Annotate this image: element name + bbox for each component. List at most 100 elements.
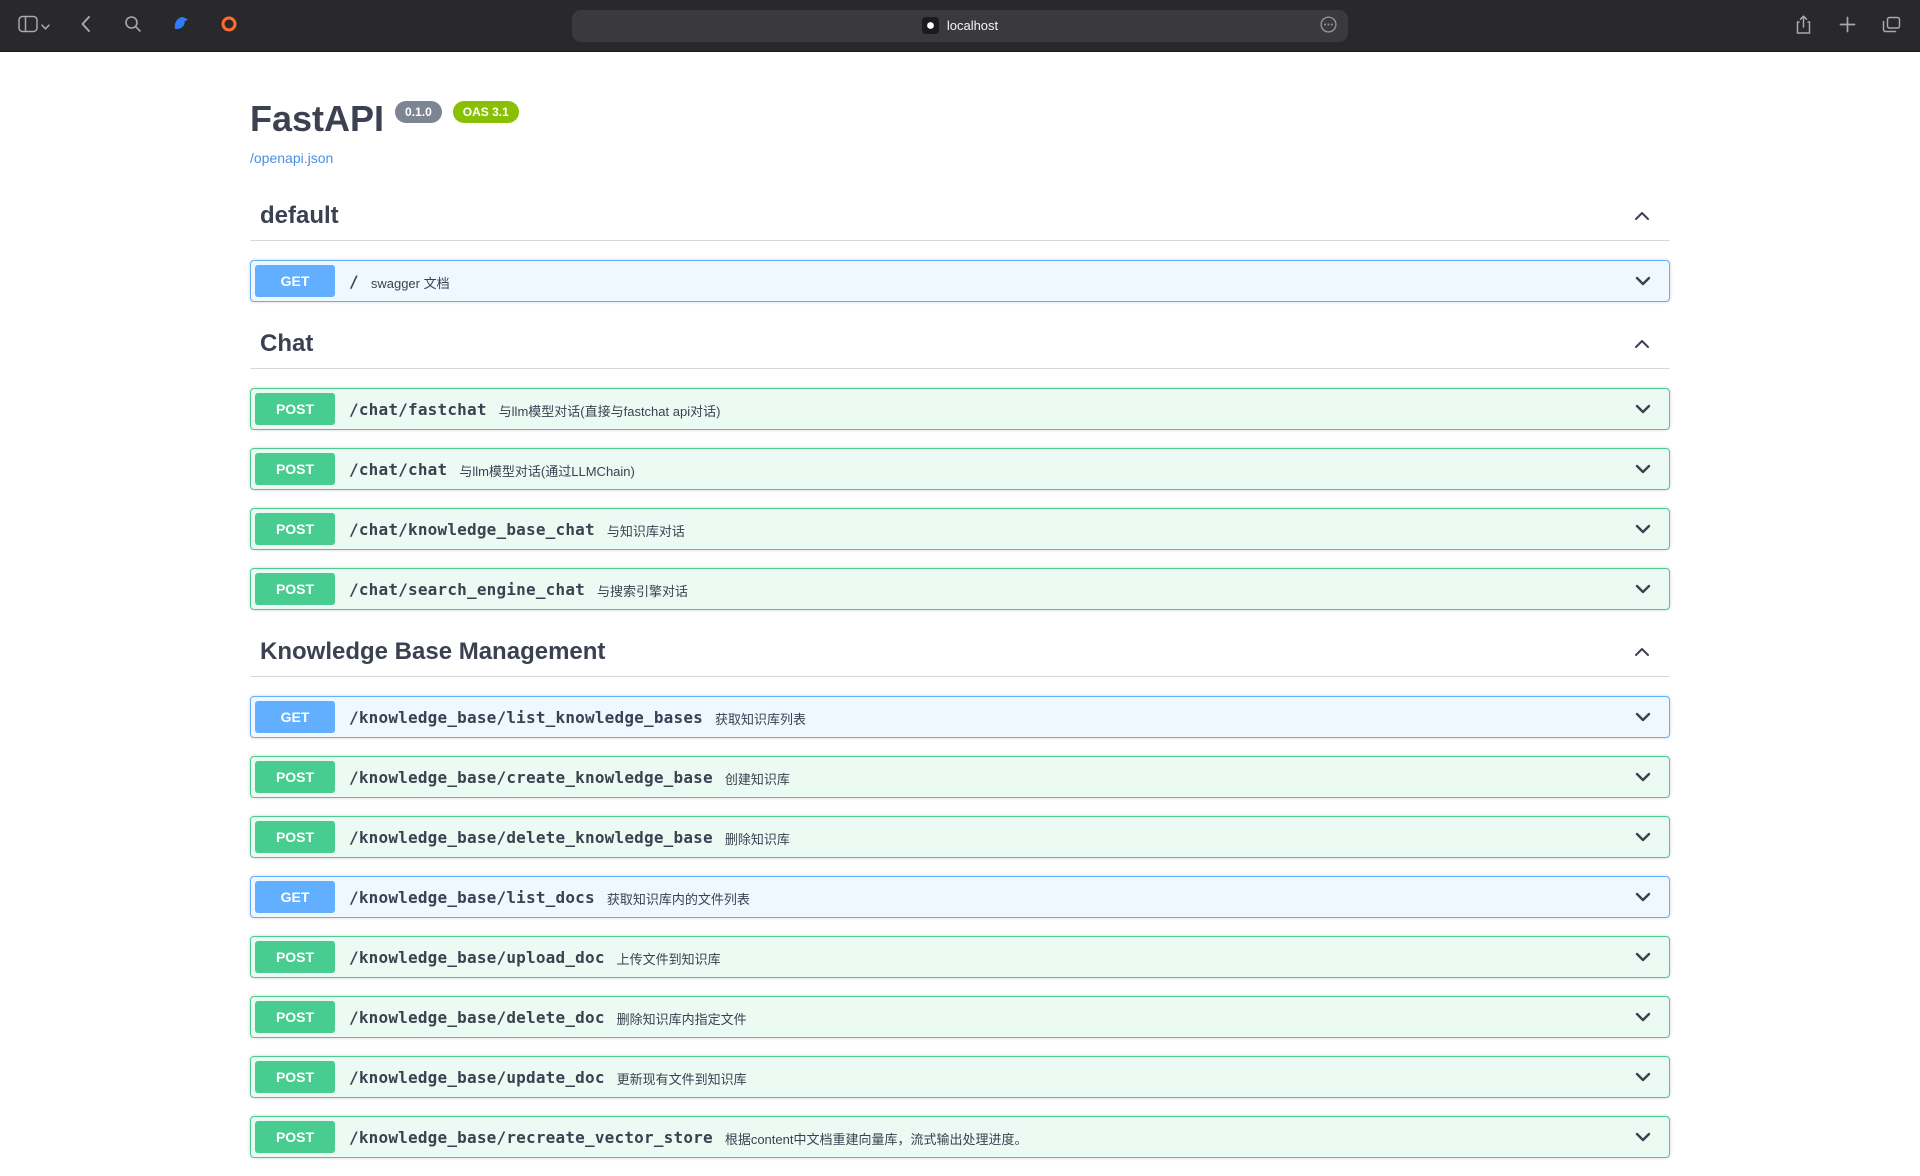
version-badge: 0.1.0 — [395, 101, 442, 123]
endpoint-list: GET / swagger 文档 — [250, 260, 1670, 302]
chevron-down-icon — [1635, 582, 1651, 597]
chevron-down-icon — [1635, 402, 1651, 417]
new-tab-button[interactable] — [1832, 11, 1862, 41]
endpoint-path: /chat/fastchat — [335, 400, 499, 419]
endpoint-path: /knowledge_base/create_knowledge_base — [335, 768, 725, 787]
endpoint-path: /knowledge_base/list_docs — [335, 888, 607, 907]
endpoint-summary-row[interactable]: POST /knowledge_base/upload_doc 上传文件到知识库 — [251, 937, 1669, 977]
section-title: default — [260, 202, 339, 230]
toolbar-right-group — [1788, 0, 1906, 52]
endpoint-summary-row[interactable]: POST /knowledge_base/create_knowledge_ba… — [251, 757, 1669, 797]
endpoint-row[interactable]: POST /chat/chat 与llm模型对话(通过LLMChain) — [250, 448, 1670, 490]
page-settings-icon — [1320, 16, 1337, 36]
endpoint-path: /knowledge_base/upload_doc — [335, 948, 617, 967]
endpoint-summary-row[interactable]: POST /knowledge_base/delete_doc 删除知识库内指定… — [251, 997, 1669, 1037]
endpoint-summary-row[interactable]: GET / swagger 文档 — [251, 261, 1669, 301]
endpoint-description: 更新现有文件到知识库 — [617, 1067, 747, 1088]
chevron-down-icon — [1635, 1070, 1651, 1085]
chevron-down-icon — [1635, 890, 1651, 905]
endpoint-description: 与llm模型对话(通过LLMChain) — [459, 459, 635, 480]
expand-endpoint-button[interactable] — [1635, 1070, 1665, 1085]
expand-endpoint-button[interactable] — [1635, 950, 1665, 965]
endpoint-row[interactable]: POST /chat/fastchat 与llm模型对话(直接与fastchat… — [250, 388, 1670, 430]
expand-endpoint-button[interactable] — [1635, 1010, 1665, 1025]
page-settings-button[interactable] — [1317, 15, 1339, 37]
search-button[interactable] — [118, 11, 148, 41]
chevron-down-icon — [1635, 830, 1651, 845]
expand-endpoint-button[interactable] — [1635, 830, 1665, 845]
extension-orange-button[interactable] — [214, 11, 244, 41]
endpoint-description: 获取知识库列表 — [715, 707, 806, 728]
browser-toolbar: localhost — [0, 0, 1920, 52]
page-title: FastAPI 0.1.0 OAS 3.1 — [250, 98, 1670, 140]
expand-endpoint-button[interactable] — [1635, 710, 1665, 725]
section-header[interactable]: Chat — [250, 320, 1670, 369]
endpoint-row[interactable]: POST /chat/knowledge_base_chat 与知识库对话 — [250, 508, 1670, 550]
expand-endpoint-button[interactable] — [1635, 522, 1665, 537]
expand-endpoint-button[interactable] — [1635, 582, 1665, 597]
endpoint-row[interactable]: GET /knowledge_base/list_docs 获取知识库内的文件列… — [250, 876, 1670, 918]
endpoint-row[interactable]: POST /knowledge_base/create_knowledge_ba… — [250, 756, 1670, 798]
endpoint-row[interactable]: POST /knowledge_base/upload_doc 上传文件到知识库 — [250, 936, 1670, 978]
tab-overview-button[interactable] — [1876, 11, 1906, 41]
endpoint-row[interactable]: POST /knowledge_base/delete_doc 删除知识库内指定… — [250, 996, 1670, 1038]
collapse-section-button[interactable] — [1634, 645, 1650, 660]
collapse-section-button[interactable] — [1634, 337, 1650, 352]
endpoint-description: 与llm模型对话(直接与fastchat api对话) — [499, 399, 721, 420]
endpoint-row[interactable]: POST /knowledge_base/recreate_vector_sto… — [250, 1116, 1670, 1158]
expand-endpoint-button[interactable] — [1635, 1130, 1665, 1145]
endpoint-description: swagger 文档 — [371, 271, 450, 292]
endpoint-summary-row[interactable]: POST /chat/knowledge_base_chat 与知识库对话 — [251, 509, 1669, 549]
endpoint-row[interactable]: GET / swagger 文档 — [250, 260, 1670, 302]
oas-badge: OAS 3.1 — [453, 101, 519, 123]
endpoint-description: 上传文件到知识库 — [617, 947, 721, 968]
expand-endpoint-button[interactable] — [1635, 462, 1665, 477]
expand-endpoint-button[interactable] — [1635, 890, 1665, 905]
endpoint-summary-row[interactable]: POST /knowledge_base/delete_knowledge_ba… — [251, 817, 1669, 857]
endpoint-path: /chat/chat — [335, 460, 459, 479]
endpoint-summary-row[interactable]: GET /knowledge_base/list_knowledge_bases… — [251, 697, 1669, 737]
endpoint-summary-row[interactable]: POST /chat/search_engine_chat 与搜索引擎对话 — [251, 569, 1669, 609]
expand-endpoint-button[interactable] — [1635, 274, 1665, 289]
api-sections: default GET / swagger 文档 Chat — [250, 192, 1670, 1158]
tab-overview-icon — [1882, 16, 1901, 36]
extension-blue-icon — [172, 15, 190, 36]
endpoint-path: /knowledge_base/update_doc — [335, 1068, 617, 1087]
endpoint-path: /knowledge_base/delete_doc — [335, 1008, 617, 1027]
endpoint-summary-row[interactable]: GET /knowledge_base/list_docs 获取知识库内的文件列… — [251, 877, 1669, 917]
extension-orange-icon — [220, 15, 238, 36]
share-button[interactable] — [1788, 11, 1818, 41]
endpoint-summary-row[interactable]: POST /knowledge_base/recreate_vector_sto… — [251, 1117, 1669, 1157]
endpoint-row[interactable]: POST /chat/search_engine_chat 与搜索引擎对话 — [250, 568, 1670, 610]
expand-endpoint-button[interactable] — [1635, 770, 1665, 785]
http-method-badge: POST — [255, 941, 335, 973]
chevron-down-icon — [1635, 462, 1651, 477]
collapse-section-button[interactable] — [1634, 209, 1650, 224]
http-method-badge: POST — [255, 1001, 335, 1033]
new-tab-icon — [1839, 16, 1856, 36]
chevron-down-icon — [1635, 1010, 1651, 1025]
url-text: localhost — [947, 18, 998, 33]
address-bar[interactable]: localhost — [572, 10, 1348, 42]
section-header[interactable]: Knowledge Base Management — [250, 628, 1670, 677]
search-icon — [124, 15, 142, 36]
endpoint-description: 与搜索引擎对话 — [597, 579, 688, 600]
endpoint-row[interactable]: POST /knowledge_base/update_doc 更新现有文件到知… — [250, 1056, 1670, 1098]
expand-endpoint-button[interactable] — [1635, 402, 1665, 417]
http-method-badge: POST — [255, 453, 335, 485]
endpoint-summary-row[interactable]: POST /knowledge_base/update_doc 更新现有文件到知… — [251, 1057, 1669, 1097]
openapi-spec-link[interactable]: /openapi.json — [250, 150, 333, 166]
endpoint-path: /knowledge_base/delete_knowledge_base — [335, 828, 725, 847]
extension-blue-button[interactable] — [166, 11, 196, 41]
section-header[interactable]: default — [250, 192, 1670, 241]
back-button[interactable] — [70, 11, 100, 41]
http-method-badge: POST — [255, 761, 335, 793]
endpoint-summary-row[interactable]: POST /chat/chat 与llm模型对话(通过LLMChain) — [251, 449, 1669, 489]
sidebar-toggle-button[interactable] — [16, 11, 52, 41]
http-method-badge: GET — [255, 701, 335, 733]
http-method-badge: POST — [255, 513, 335, 545]
endpoint-summary-row[interactable]: POST /chat/fastchat 与llm模型对话(直接与fastchat… — [251, 389, 1669, 429]
endpoint-row[interactable]: GET /knowledge_base/list_knowledge_bases… — [250, 696, 1670, 738]
endpoint-row[interactable]: POST /knowledge_base/delete_knowledge_ba… — [250, 816, 1670, 858]
endpoint-list: GET /knowledge_base/list_knowledge_bases… — [250, 696, 1670, 1158]
